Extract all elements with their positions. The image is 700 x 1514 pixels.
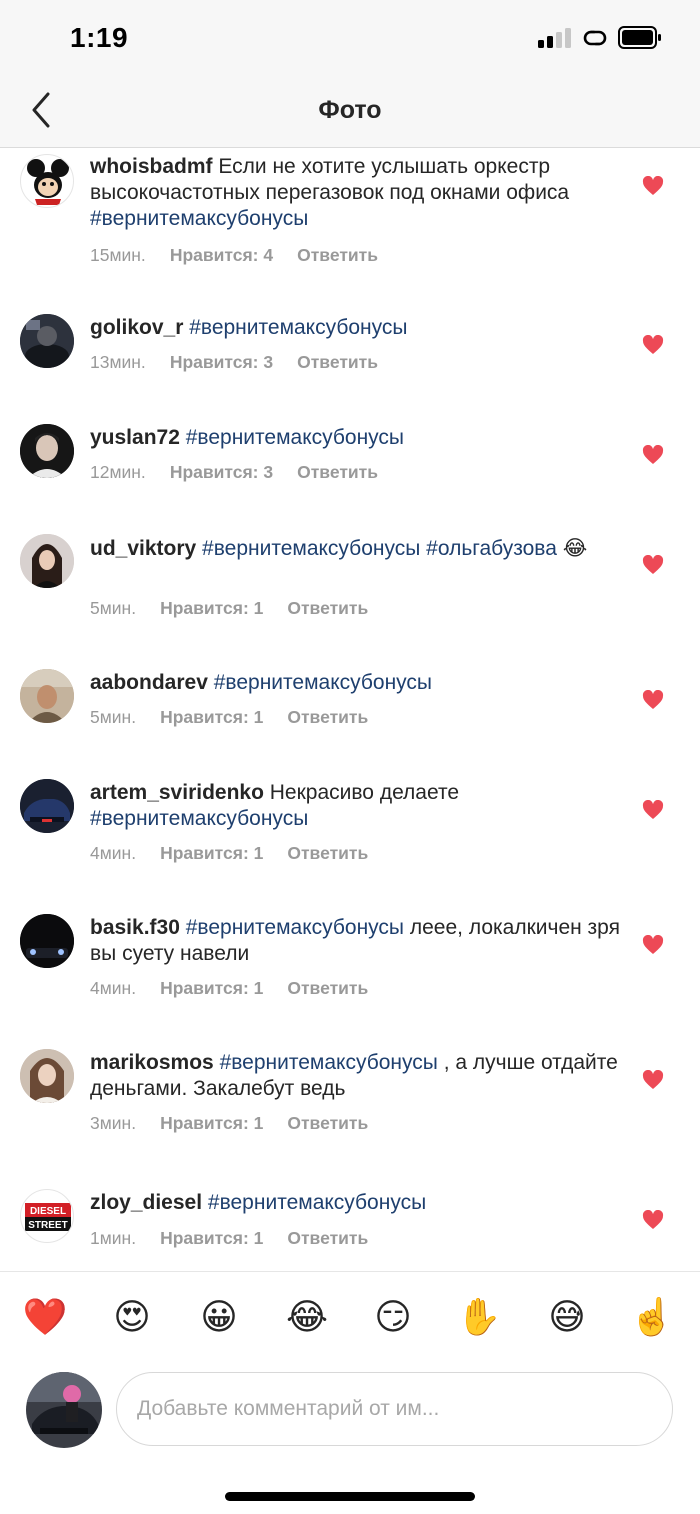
comment-hashtag[interactable]: #вернитемаксубонусы bbox=[186, 916, 404, 939]
current-user-avatar bbox=[26, 1372, 102, 1448]
heart-icon[interactable] bbox=[642, 335, 664, 355]
comment-item: ud_viktory #вернитемаксубонусы #ольгабуз… bbox=[0, 502, 700, 637]
comment-hashtag[interactable]: #вернитемаксубонусы bbox=[220, 1051, 438, 1074]
reply-button[interactable]: Ответить bbox=[297, 462, 378, 482]
comment-likes[interactable]: Нравится: 3 bbox=[170, 462, 273, 482]
comment-username[interactable]: basik.f30 bbox=[90, 916, 180, 939]
avatar[interactable]: DIESEL STREET bbox=[20, 1189, 74, 1243]
reply-button[interactable]: Ответить bbox=[287, 598, 368, 618]
raised-hand-emoji[interactable]: ✋ bbox=[455, 1294, 503, 1342]
heart-emoji[interactable]: ❤️ bbox=[21, 1294, 69, 1342]
avatar[interactable] bbox=[20, 314, 74, 368]
comment-item: golikov_r #вернитемаксубонусы 13мин. Нрав… bbox=[0, 282, 700, 392]
comment-time: 5мин. bbox=[90, 598, 137, 618]
avatar[interactable] bbox=[20, 424, 74, 478]
comment-time: 4мин. bbox=[90, 978, 137, 998]
comment-item: yuslan72 #вернитемаксубонусы 12мин. Нрави… bbox=[0, 392, 700, 502]
cellular-signal-icon bbox=[538, 28, 572, 48]
comment-username[interactable]: zloy_diesel bbox=[90, 1191, 202, 1214]
comment-hashtag[interactable]: #вернитемаксубонусы #ольгабузова bbox=[202, 537, 557, 560]
reply-button[interactable]: Ответить bbox=[297, 352, 378, 372]
avatar[interactable] bbox=[20, 1049, 74, 1103]
heart-icon[interactable] bbox=[642, 445, 664, 465]
heart-icon[interactable] bbox=[642, 555, 664, 575]
diesel-street-logo-line2: STREET bbox=[28, 1220, 67, 1231]
comment-likes[interactable]: Нравится: 1 bbox=[160, 1113, 263, 1133]
avatar[interactable] bbox=[20, 914, 74, 968]
comment-item: DIESEL STREET zloy_diesel #вернитемаксуб… bbox=[0, 1152, 700, 1271]
heart-icon[interactable] bbox=[642, 1070, 664, 1090]
avatar[interactable] bbox=[20, 779, 74, 833]
comment-likes[interactable]: Нравится: 1 bbox=[160, 598, 263, 618]
comment-time: 4мин. bbox=[90, 843, 137, 863]
emoji-bar: ❤️ 😍 😀 😂 😏 ✋ 😅 ☝️ bbox=[0, 1294, 700, 1342]
comment-time: 5мин. bbox=[90, 707, 137, 727]
battery-icon bbox=[618, 26, 661, 49]
heart-icon[interactable] bbox=[642, 800, 664, 820]
reply-button[interactable]: Ответить bbox=[287, 707, 368, 727]
comment-username[interactable]: golikov_r bbox=[90, 316, 183, 339]
comment-likes[interactable]: Нравится: 1 bbox=[160, 843, 263, 863]
comment-time: 3мин. bbox=[90, 1113, 137, 1133]
comment-item: basik.f30 #вернитемаксубонусы леее, лока… bbox=[0, 882, 700, 1017]
heart-icon[interactable] bbox=[642, 690, 664, 710]
reply-button[interactable]: Ответить bbox=[287, 1228, 368, 1248]
comment-username[interactable]: yuslan72 bbox=[90, 426, 180, 449]
grinning-emoji[interactable]: 😀 bbox=[195, 1294, 243, 1342]
point-up-emoji[interactable]: ☝️ bbox=[628, 1294, 676, 1342]
comment-input[interactable] bbox=[116, 1372, 673, 1446]
comments-list: whoisbadmf Если не хотите услышать оркес… bbox=[0, 148, 700, 1271]
status-time: 1:19 bbox=[70, 22, 129, 53]
comment-hashtag[interactable]: #вернитемаксубонусы bbox=[189, 316, 407, 339]
comment-time: 1мин. bbox=[90, 1228, 137, 1248]
comment-hashtag[interactable]: #вернитемаксубонусы bbox=[90, 807, 308, 830]
comment-item: marikosmos #вернитемаксубонусы , а лучше… bbox=[0, 1017, 700, 1152]
comment-hashtag[interactable]: #вернитемаксубонусы bbox=[186, 426, 404, 449]
tears-of-joy-emoji[interactable]: 😂 bbox=[283, 1294, 331, 1342]
heart-icon[interactable] bbox=[642, 935, 664, 955]
comment-username[interactable]: aabondarev bbox=[90, 671, 208, 694]
comment-likes[interactable]: Нравится: 1 bbox=[160, 707, 263, 727]
reply-button[interactable]: Ответить bbox=[287, 978, 368, 998]
heart-icon[interactable] bbox=[642, 176, 664, 196]
smirk-emoji[interactable]: 😏 bbox=[369, 1294, 417, 1342]
top-bar: 1:19 Фото bbox=[0, 0, 700, 148]
comment-likes[interactable]: Нравится: 4 bbox=[170, 245, 273, 265]
comment-time: 12мин. bbox=[90, 462, 146, 482]
avatar[interactable] bbox=[20, 154, 74, 208]
home-indicator bbox=[225, 1492, 475, 1501]
comment-composer: ❤️ 😍 😀 😂 😏 ✋ 😅 ☝️ bbox=[0, 1271, 700, 1514]
avatar[interactable] bbox=[20, 669, 74, 723]
avatar[interactable] bbox=[20, 534, 74, 588]
reply-button[interactable]: Ответить bbox=[287, 843, 368, 863]
comment-time: 15мин. bbox=[90, 245, 146, 265]
comment-hashtag[interactable]: #вернитемаксубонусы bbox=[90, 207, 308, 230]
diesel-street-logo-line1: DIESEL bbox=[30, 1206, 66, 1217]
reply-button[interactable]: Ответить bbox=[287, 1113, 368, 1133]
comment-username[interactable]: marikosmos bbox=[90, 1051, 214, 1074]
comment-item: artem_sviridenko Некрасиво делаете #верн… bbox=[0, 747, 700, 882]
heart-icon[interactable] bbox=[642, 1210, 664, 1230]
comment-text: Некрасиво делаете bbox=[269, 781, 460, 804]
comment-username[interactable]: whoisbadmf bbox=[90, 155, 213, 178]
sweat-smile-emoji[interactable]: 😅 bbox=[543, 1294, 591, 1342]
comment-username[interactable]: artem_sviridenko bbox=[90, 781, 264, 804]
comment-username[interactable]: ud_viktory bbox=[90, 537, 196, 560]
comment-hashtag[interactable]: #вернитемаксубонусы bbox=[208, 1191, 426, 1214]
comment-likes[interactable]: Нравится: 1 bbox=[160, 1228, 263, 1248]
comment-likes[interactable]: Нравится: 1 bbox=[160, 978, 263, 998]
comment-item: whoisbadmf Если не хотите услышать оркес… bbox=[0, 148, 700, 282]
comment-emoji: 😂 bbox=[562, 536, 588, 560]
comment-item: aabondarev #вернитемаксубонусы 5мин. Нрав… bbox=[0, 637, 700, 747]
page-title: Фото bbox=[318, 96, 382, 124]
comment-likes[interactable]: Нравится: 3 bbox=[170, 352, 273, 372]
heart-eyes-emoji[interactable]: 😍 bbox=[108, 1294, 156, 1342]
comment-time: 13мин. bbox=[90, 352, 146, 372]
comment-hashtag[interactable]: #вернитемаксубонусы bbox=[214, 671, 432, 694]
link-icon bbox=[583, 30, 607, 46]
reply-button[interactable]: Ответить bbox=[297, 245, 378, 265]
